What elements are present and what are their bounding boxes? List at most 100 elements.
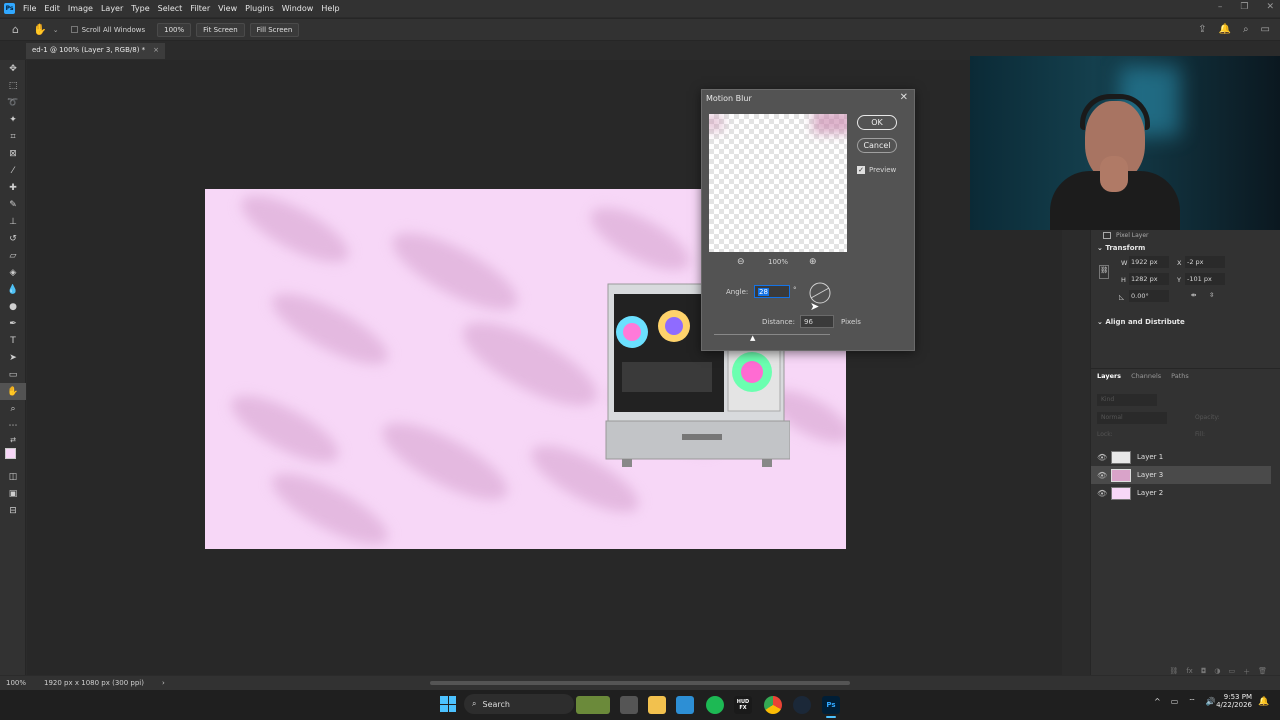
width-field[interactable]: 1922 px: [1129, 256, 1169, 268]
blur-tool-icon[interactable]: 💧: [0, 281, 26, 298]
history-brush-tool-icon[interactable]: ↺: [0, 230, 26, 247]
type-tool-icon[interactable]: T: [0, 332, 26, 349]
status-chevron-icon[interactable]: ›: [162, 679, 165, 687]
menu-window[interactable]: Window: [282, 4, 314, 13]
menu-type[interactable]: Type: [131, 4, 149, 13]
dialog-title-bar[interactable]: Motion Blur ✕: [702, 90, 914, 107]
brush-tool-icon[interactable]: ✎: [0, 196, 26, 213]
zoom-in-icon[interactable]: ⊕: [809, 257, 817, 267]
transform-section-header[interactable]: ⌄ Transform: [1091, 241, 1280, 255]
hand-tool-active-icon[interactable]: ✋: [0, 383, 26, 400]
scroll-all-windows-checkbox[interactable]: Scroll All Windows: [70, 26, 145, 34]
clock[interactable]: 9:53 PM 4/22/2026: [1212, 693, 1252, 709]
ok-button[interactable]: OK: [857, 115, 897, 130]
horizontal-scrollbar[interactable]: [430, 681, 850, 685]
close-icon[interactable]: ✕: [900, 92, 908, 103]
menu-file[interactable]: File: [23, 4, 36, 13]
color-swatches[interactable]: [0, 446, 26, 468]
angle-input[interactable]: 28: [754, 285, 790, 298]
tray-chevron-icon[interactable]: ^: [1154, 697, 1161, 707]
angle-field[interactable]: 0.00°: [1129, 290, 1169, 302]
x-field[interactable]: -2 px: [1185, 256, 1225, 268]
menu-edit[interactable]: Edit: [44, 4, 60, 13]
file-explorer-icon[interactable]: [648, 696, 666, 714]
close-window-icon[interactable]: ✕: [1266, 2, 1274, 12]
zoom-100-button[interactable]: 100%: [157, 22, 192, 37]
distance-input[interactable]: 96: [800, 315, 834, 328]
edit-toolbar-icon[interactable]: ⊟: [0, 502, 26, 519]
task-view-icon[interactable]: [620, 696, 638, 714]
link-icon[interactable]: ⛓: [1099, 265, 1109, 279]
preview-checkbox[interactable]: ✓: [857, 166, 865, 174]
lasso-tool-icon[interactable]: ➰: [0, 94, 26, 111]
chrome-icon[interactable]: [764, 696, 782, 714]
menu-image[interactable]: Image: [68, 4, 93, 13]
flip-horizontal-icon[interactable]: ⇹: [1191, 291, 1196, 299]
fit-screen-button[interactable]: Fit Screen: [196, 22, 245, 37]
status-zoom[interactable]: 100%: [6, 679, 26, 687]
quick-mask-icon[interactable]: ◫: [0, 468, 26, 485]
filter-preview[interactable]: [709, 114, 847, 252]
hudfx-icon[interactable]: HUD FX: [734, 696, 752, 714]
swap-colors-icon[interactable]: ⇄: [0, 434, 26, 446]
align-distribute-section-header[interactable]: ⌄ Align and Distribute: [1091, 315, 1280, 329]
menu-help[interactable]: Help: [321, 4, 339, 13]
restore-icon[interactable]: ❐: [1240, 2, 1248, 12]
magic-wand-tool-icon[interactable]: ✦: [0, 111, 26, 128]
pen-tool-icon[interactable]: ✒: [0, 315, 26, 332]
menu-select[interactable]: Select: [158, 4, 183, 13]
workspace-icon[interactable]: ▭: [1261, 24, 1270, 35]
blend-mode-select[interactable]: Normal: [1097, 412, 1167, 424]
foreground-color-swatch[interactable]: [5, 448, 16, 459]
distance-slider-track[interactable]: [714, 334, 830, 335]
dodge-tool-icon[interactable]: ●: [0, 298, 26, 315]
clone-stamp-tool-icon[interactable]: ⊥: [0, 213, 26, 230]
y-field[interactable]: -101 px: [1185, 273, 1225, 285]
more-tools-icon[interactable]: ⋯: [0, 417, 26, 434]
share-icon[interactable]: ⇪: [1198, 24, 1206, 35]
menu-layer[interactable]: Layer: [101, 4, 123, 13]
layer-row-layer-3[interactable]: 👁 Layer 3: [1091, 466, 1271, 484]
paint-bucket-tool-icon[interactable]: ◈: [0, 264, 26, 281]
distance-slider-thumb[interactable]: ▲: [750, 334, 755, 342]
layer-row-layer-1[interactable]: 👁 Layer 1: [1091, 448, 1271, 466]
layer-kind-filter[interactable]: Kind: [1097, 394, 1157, 406]
notification-bell-icon[interactable]: 🔔: [1218, 24, 1230, 35]
wifi-icon[interactable]: ⌔: [1188, 697, 1196, 707]
path-selection-tool-icon[interactable]: ➤: [0, 349, 26, 366]
document-tab[interactable]: ed-1 @ 100% (Layer 3, RGB/8) * ×: [26, 43, 166, 59]
spotify-icon[interactable]: [706, 696, 724, 714]
checkbox-box[interactable]: [70, 26, 78, 33]
preview-checkbox-row[interactable]: ✓ Preview: [857, 166, 896, 174]
menu-filter[interactable]: Filter: [190, 4, 210, 13]
tab-channels[interactable]: Channels: [1131, 372, 1161, 380]
zoom-tool-icon[interactable]: ⌕: [0, 400, 26, 417]
windows-start-icon[interactable]: [440, 696, 456, 712]
zoom-out-icon[interactable]: ⊖: [737, 257, 745, 267]
widgets-icon[interactable]: [576, 696, 610, 714]
home-icon[interactable]: ⌂: [12, 23, 19, 36]
visibility-eye-icon[interactable]: 👁: [1097, 453, 1107, 462]
photoshop-taskbar-icon[interactable]: Ps: [822, 696, 840, 714]
menu-plugins[interactable]: Plugins: [245, 4, 274, 13]
eyedropper-tool-icon[interactable]: ⁄: [0, 162, 26, 179]
healing-brush-tool-icon[interactable]: ✚: [0, 179, 26, 196]
hand-tool-icon[interactable]: ✋: [33, 23, 47, 36]
document-tab-close-icon[interactable]: ×: [153, 46, 159, 54]
notepad-icon[interactable]: [676, 696, 694, 714]
move-tool-icon[interactable]: ✥: [0, 60, 26, 77]
tool-preset-chevron-icon[interactable]: ⌄: [53, 26, 59, 34]
tab-layers[interactable]: Layers: [1097, 372, 1121, 380]
cancel-button[interactable]: Cancel: [857, 138, 897, 153]
visibility-eye-icon[interactable]: 👁: [1097, 489, 1107, 498]
menu-view[interactable]: View: [218, 4, 237, 13]
minimize-icon[interactable]: –: [1218, 2, 1223, 12]
screen-mode-icon[interactable]: ▣: [0, 485, 26, 502]
fill-screen-button[interactable]: Fill Screen: [249, 22, 300, 37]
tab-paths[interactable]: Paths: [1171, 372, 1189, 380]
layer-row-layer-2[interactable]: 👁 Layer 2: [1091, 484, 1271, 502]
crop-tool-icon[interactable]: ⌗: [0, 128, 26, 145]
notification-icon[interactable]: 🔔: [1258, 697, 1269, 707]
frame-tool-icon[interactable]: ⊠: [0, 145, 26, 162]
taskbar-search[interactable]: ⌕ Search: [464, 694, 574, 714]
